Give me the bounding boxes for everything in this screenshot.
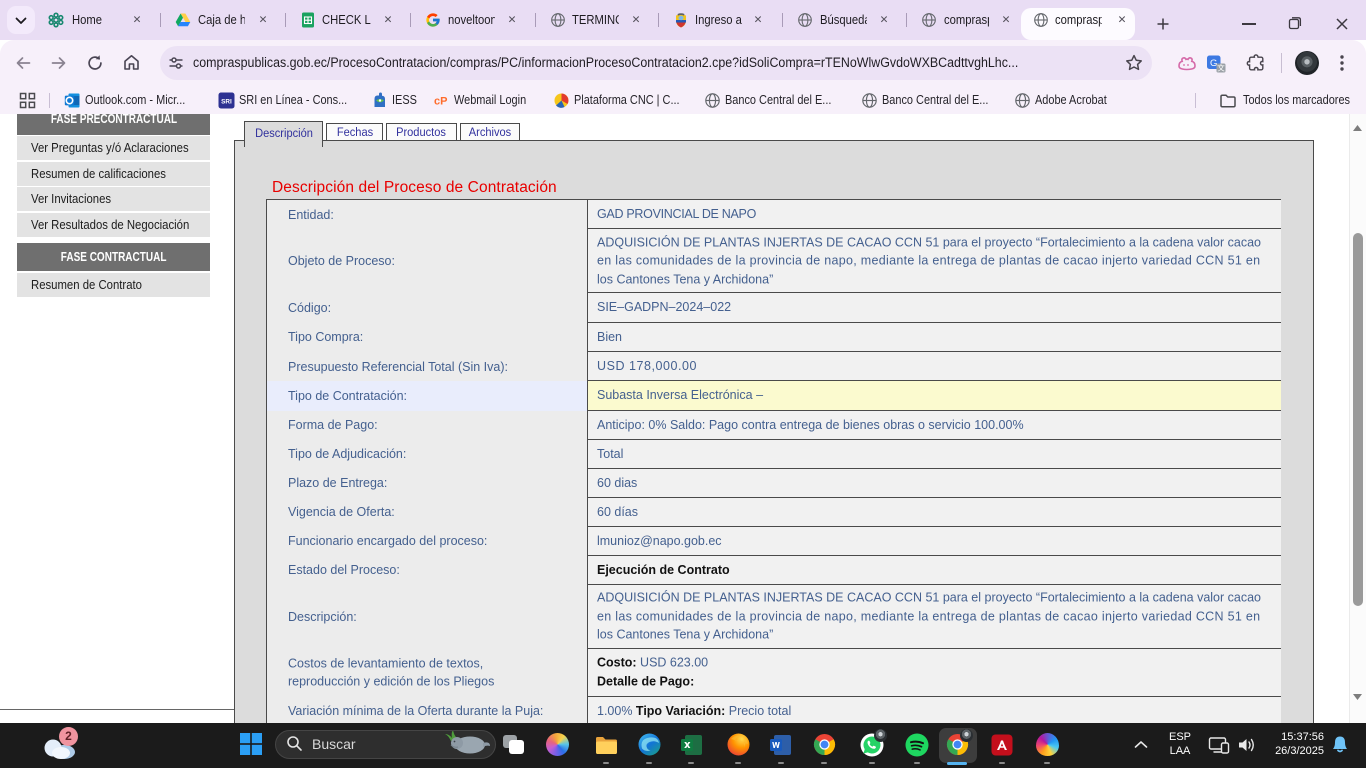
svg-text:文: 文 — [1217, 63, 1225, 73]
svg-text:cP: cP — [434, 96, 447, 108]
svg-text:SRI: SRI — [221, 99, 232, 106]
